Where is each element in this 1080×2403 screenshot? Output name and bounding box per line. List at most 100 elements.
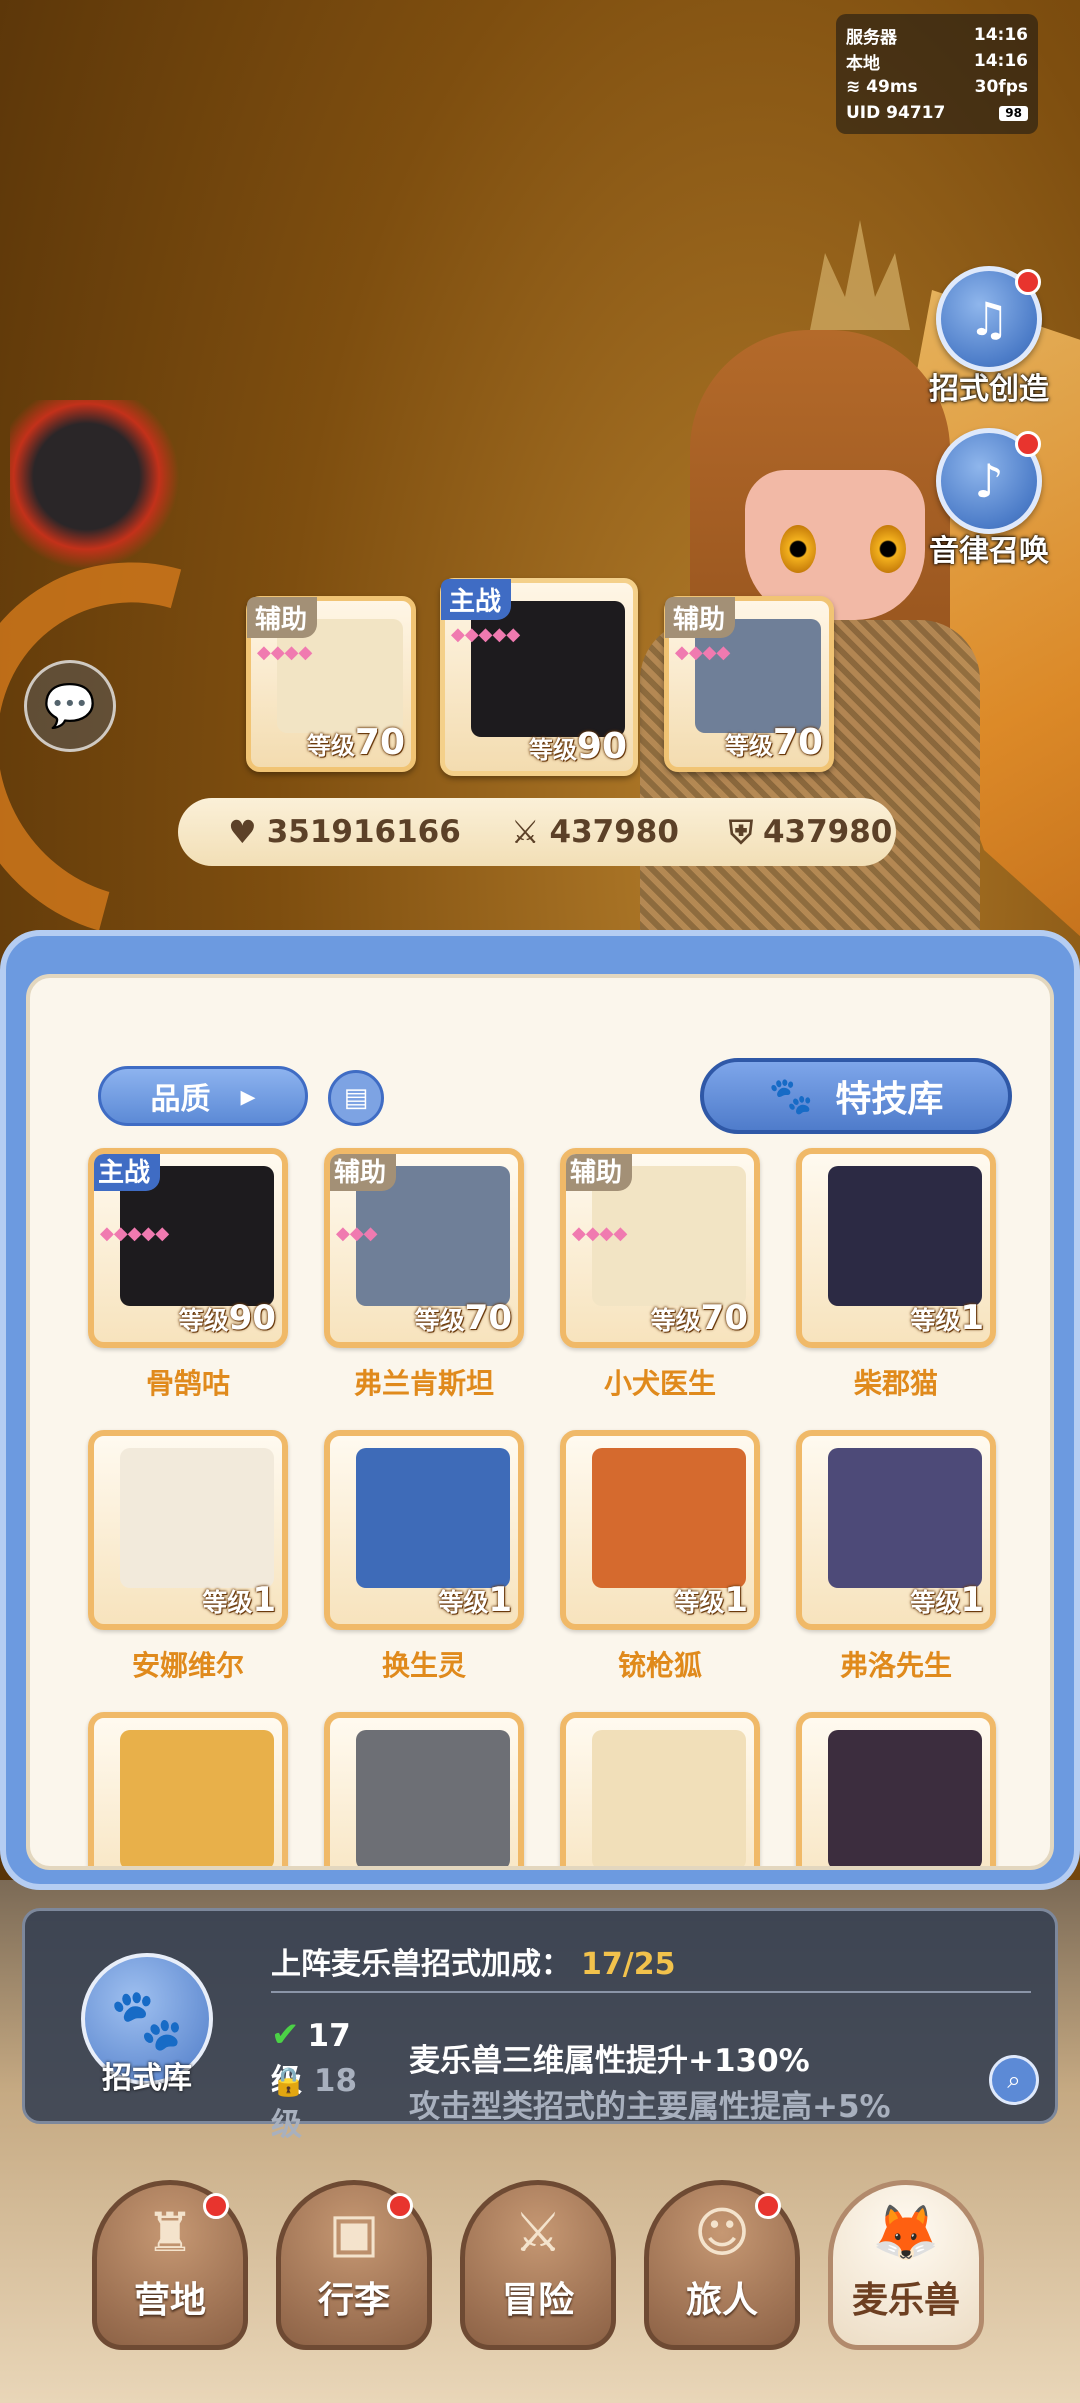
bonus-progress: 17/25 bbox=[581, 1947, 676, 1982]
quality-filter-button[interactable]: 品质 ▸ bbox=[98, 1066, 308, 1126]
level-display: 等级90 bbox=[178, 1298, 276, 1338]
role-tag: 辅助 bbox=[330, 1154, 397, 1191]
creature-name: 弗兰肯斯坦 bbox=[353, 1367, 494, 1400]
star-rank-icon: ◆◆◆◆◆ bbox=[451, 625, 520, 645]
role-tag: 辅助 bbox=[247, 597, 318, 638]
nav-traveler[interactable]: ☺ 旅人 bbox=[644, 2180, 800, 2350]
creature-portrait bbox=[592, 1730, 746, 1866]
creature-card-frame: 等级1 bbox=[324, 1430, 524, 1630]
nav-melody-beast[interactable]: 🦊 麦乐兽 bbox=[828, 2180, 984, 2350]
local-time: 14:16 bbox=[973, 51, 1028, 71]
wifi-icon: ≋ bbox=[846, 77, 867, 97]
level-display: 等级70 bbox=[650, 1298, 748, 1338]
checkmark-icon: ✔ bbox=[271, 2015, 300, 2055]
crown-decoration bbox=[810, 220, 910, 330]
star-rank-icon: ◆◆◆ bbox=[336, 1224, 378, 1244]
magnifier-icon: ⌕ bbox=[1007, 2066, 1021, 2094]
roster-card[interactable] bbox=[796, 1712, 996, 1866]
arrow-right-icon: ▸ bbox=[240, 1078, 256, 1114]
creature-name: 弗洛先生 bbox=[839, 1649, 952, 1682]
level-display: 等级1 bbox=[674, 1580, 748, 1620]
roster-card[interactable] bbox=[560, 1712, 760, 1866]
server-label: 服务器 bbox=[846, 27, 897, 48]
roster-card[interactable] bbox=[324, 1712, 524, 1866]
level-display: 等级1 bbox=[910, 1580, 984, 1620]
roster-card[interactable]: 等级1 铳枪狐 bbox=[560, 1430, 760, 1684]
roster-card[interactable]: 辅助 ◆◆◆◆ 等级70 小犬医生 bbox=[560, 1148, 760, 1402]
roster-card[interactable]: 等级1 安娜维尔 bbox=[88, 1430, 288, 1684]
melody-summon-button[interactable]: ♪ 音律召唤 bbox=[914, 428, 1064, 570]
notification-dot bbox=[1015, 269, 1041, 295]
creature-name: 换生灵 bbox=[381, 1649, 466, 1682]
skill-library-badge-label: 招式库 bbox=[102, 2061, 192, 2096]
skill-create-button[interactable]: ♫ 招式创造 bbox=[914, 266, 1064, 408]
swords-icon: ⚔ bbox=[513, 2201, 563, 2264]
creature-portrait bbox=[828, 1730, 982, 1866]
heart-icon: ♥ bbox=[228, 813, 257, 851]
roster-card[interactable]: 辅助 ◆◆◆ 等级70 弗兰肯斯坦 bbox=[324, 1148, 524, 1402]
level-display: 等级70 bbox=[414, 1298, 512, 1338]
nav-bag[interactable]: ▣ 行李 bbox=[276, 2180, 432, 2350]
creature-card-frame: 等级1 bbox=[796, 1430, 996, 1630]
chat-button[interactable]: 💬 bbox=[24, 660, 116, 752]
team-slot-support-1[interactable]: 辅助 ◆◆◆◆ 等级70 bbox=[246, 596, 416, 772]
character-portrait bbox=[471, 601, 625, 737]
character-eye-right bbox=[870, 525, 906, 573]
creature-portrait bbox=[356, 1730, 510, 1866]
roster-panel-inner: 品质 ▸ ▤ 🐾 特技库 主战 ◆◆◆◆◆ 等级90 骨鹄咕 bbox=[26, 974, 1054, 1870]
creature-name: 铳枪狐 bbox=[617, 1649, 702, 1682]
lyre-icon: ♪ bbox=[936, 428, 1042, 534]
creature-portrait bbox=[356, 1448, 510, 1588]
creature-card-frame: 等级1 bbox=[560, 1430, 760, 1630]
level-display: 等级1 bbox=[202, 1580, 276, 1620]
swords-icon: ⚔ bbox=[510, 813, 540, 851]
notification-dot bbox=[387, 2193, 413, 2219]
creature-portrait bbox=[592, 1448, 746, 1588]
roster-card[interactable]: 等级1 柴郡猫 bbox=[796, 1148, 996, 1402]
team-slot-main[interactable]: 主战 ◆◆◆◆◆ 等级90 bbox=[440, 578, 638, 776]
shield-icon: ⛨ bbox=[728, 812, 753, 851]
local-label: 本地 bbox=[846, 53, 880, 74]
creature-card-frame bbox=[88, 1712, 288, 1866]
skill-library-button[interactable]: 🐾 特技库 bbox=[700, 1058, 1012, 1134]
nav-adventure[interactable]: ⚔ 冒险 bbox=[460, 2180, 616, 2350]
bonus-text: 攻击型类招式的主要属性提高+5% bbox=[409, 2089, 891, 2125]
skill-library-label: 特技库 bbox=[835, 1079, 944, 1120]
role-tag: 辅助 bbox=[566, 1154, 633, 1191]
creature-name: 小犬医生 bbox=[603, 1367, 716, 1400]
star-rank-icon: ◆◆◆◆ bbox=[572, 1224, 627, 1244]
magnifier-button[interactable]: ⌕ bbox=[989, 2055, 1039, 2105]
notification-dot bbox=[203, 2193, 229, 2219]
chat-bubble-icon: 💬 bbox=[43, 681, 97, 730]
star-rank-icon: ◆◆◆◆◆ bbox=[100, 1224, 169, 1244]
skill-bonus-panel: 🐾 招式库 上阵麦乐兽招式加成： 17/25 ✔ 17级 麦乐兽三维属性提升+130… bbox=[22, 1908, 1058, 2143]
creature-name: 柴郡猫 bbox=[853, 1367, 938, 1400]
roster-card[interactable] bbox=[88, 1712, 288, 1866]
creature-portrait bbox=[120, 1730, 274, 1866]
book-icon-button[interactable]: ▤ bbox=[328, 1070, 384, 1126]
roster-card[interactable]: 主战 ◆◆◆◆◆ 等级90 骨鹄咕 bbox=[88, 1148, 288, 1402]
nav-camp[interactable]: ♜ 营地 bbox=[92, 2180, 248, 2350]
creature-portrait bbox=[828, 1166, 982, 1306]
creature-card-frame: 主战 ◆◆◆◆◆ 等级90 bbox=[88, 1148, 288, 1348]
creature-name: 安娜维尔 bbox=[131, 1649, 244, 1682]
music-note-icon: ♫ bbox=[936, 266, 1042, 372]
roster-card[interactable]: 等级1 换生灵 bbox=[324, 1430, 524, 1684]
team-stats-bar: ♥ 351916166 ⚔ 437980 ⛨ 437980 bbox=[178, 798, 896, 866]
fox-icon: 🦊 bbox=[872, 2201, 940, 2264]
level-display: 等级90 bbox=[528, 726, 627, 767]
creature-name: 骨鹄咕 bbox=[145, 1367, 230, 1400]
level-display: 等级1 bbox=[910, 1298, 984, 1338]
creature-portrait bbox=[120, 1448, 274, 1588]
level-display: 等级1 bbox=[438, 1580, 512, 1620]
role-tag: 主战 bbox=[94, 1154, 161, 1191]
star-rank-icon: ◆◆◆◆ bbox=[675, 643, 730, 663]
creature-roster-panel: 品质 ▸ ▤ 🐾 特技库 主战 ◆◆◆◆◆ 等级90 骨鹄咕 bbox=[0, 930, 1080, 1890]
star-rank-icon: ◆◆◆◆ bbox=[257, 643, 312, 663]
creature-card-frame: 等级1 bbox=[88, 1430, 288, 1630]
quality-label: 品质 bbox=[150, 1082, 211, 1117]
team-slot-support-2[interactable]: 辅助 ◆◆◆◆ 等级70 bbox=[664, 596, 834, 772]
roster-card[interactable]: 等级1 弗洛先生 bbox=[796, 1430, 996, 1684]
creature-card-frame: 辅助 ◆◆◆◆ 等级70 bbox=[560, 1148, 760, 1348]
creature-card-frame bbox=[324, 1712, 524, 1866]
